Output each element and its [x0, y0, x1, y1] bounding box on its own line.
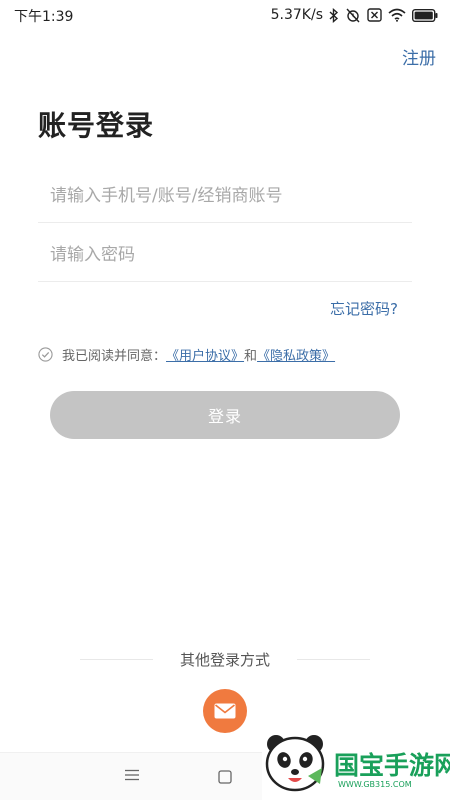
password-field-wrapper	[38, 229, 412, 282]
watermark-text: 国宝手游网	[334, 751, 450, 780]
user-agreement-link[interactable]: 《用户协议》	[166, 345, 244, 364]
mail-icon	[214, 703, 236, 719]
account-field-wrapper	[38, 170, 412, 223]
wifi-icon	[388, 8, 406, 22]
page-title: 账号登录	[38, 109, 155, 142]
other-login-divider-right	[297, 659, 370, 660]
watermark-url: WWW.GB315.COM	[338, 780, 412, 789]
login-button-label: 登录	[207, 407, 242, 426]
other-login-title: 其他登录方式	[179, 651, 270, 669]
login-screen: 下午1:39 5.37K/s 注册 账号登录 忘记密码?	[0, 0, 450, 800]
account-input[interactable]	[38, 170, 412, 222]
bluetooth-icon	[329, 7, 339, 23]
register-link[interactable]: 注册	[402, 44, 436, 69]
password-input[interactable]	[38, 229, 412, 281]
battery-icon	[412, 8, 438, 22]
status-icons: 5.37K/s	[271, 5, 438, 25]
status-bar: 下午1:39 5.37K/s	[0, 0, 450, 30]
home-icon[interactable]	[218, 770, 232, 784]
sim-off-icon	[367, 8, 382, 22]
alarm-off-icon	[345, 7, 361, 23]
agreement-checkbox[interactable]	[38, 346, 53, 362]
agreement-conjunction: 和	[244, 348, 258, 364]
panda-logo-icon	[265, 735, 325, 792]
watermark: 国宝手游网 WWW.GB315.COM	[262, 728, 450, 800]
agreement-row: 我已阅读并同意： 《用户协议》 和 《隐私政策》	[38, 344, 335, 364]
status-time: 下午1:39	[14, 9, 74, 25]
privacy-policy-link[interactable]: 《隐私政策》	[257, 345, 335, 364]
agreement-prefix: 我已阅读并同意：	[62, 348, 167, 364]
network-speed: 5.37K/s	[270, 7, 323, 23]
forgot-password-link[interactable]: 忘记密码?	[330, 298, 398, 319]
mail-login-button[interactable]	[203, 689, 247, 733]
other-login-divider-left	[80, 659, 153, 660]
login-button[interactable]: 登录	[50, 391, 400, 439]
menu-icon[interactable]	[124, 769, 140, 781]
